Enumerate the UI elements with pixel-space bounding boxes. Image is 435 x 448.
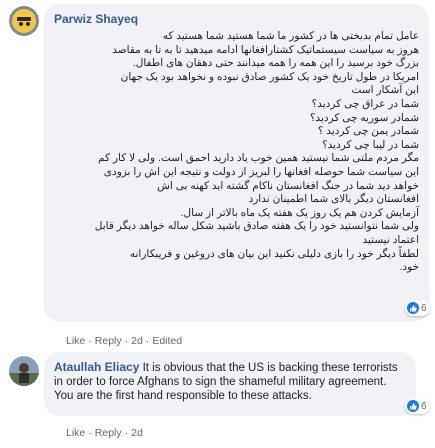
comment-line: هروز به سیاست سیستماتیک کشتارافغانها ادا… xyxy=(112,43,419,56)
comment-line: لطفاً دیگر خود را بازی دلیلی نکنید این ب… xyxy=(129,247,419,260)
comment-line: شما در لیبا چی کردید؟ xyxy=(322,138,419,151)
comment-line: ولی شما نتوانستید خود را یک هفته صادق با… xyxy=(94,220,419,233)
like-button[interactable]: Like xyxy=(66,427,85,439)
comment-line: افغانستان دیگر بالای شما اطمینان ندارد xyxy=(248,193,419,206)
avatar-image-icon xyxy=(9,356,39,386)
separator: · xyxy=(124,427,129,439)
comment-author[interactable]: Parwiz Shayeq xyxy=(54,12,419,27)
comment-line: شما در عراق چی کردید؟ xyxy=(311,97,419,110)
reply-button[interactable]: Reply xyxy=(95,427,122,439)
reaction-count[interactable]: 6 xyxy=(405,398,430,414)
like-button[interactable]: Like xyxy=(66,335,85,347)
like-reaction-icon xyxy=(407,400,419,412)
avatar[interactable] xyxy=(9,6,39,36)
edited-label[interactable]: Edited xyxy=(152,335,182,347)
comment-text: عامل تمام بدبختی ها در کشور ما شما هستید… xyxy=(54,30,419,275)
comment-line: شمادر یمن چی کردید ؟ xyxy=(317,125,419,138)
comment-bubble: Parwiz Shayeq عامل تمام بدبختی ها در کشو… xyxy=(44,4,429,322)
separator: · xyxy=(124,335,129,347)
comment-line: خواهد دید شما در جنگ افغانستان ناکام گشت… xyxy=(157,179,419,192)
comment-line: بزرگ خود برسید را این همه را همه میدانند… xyxy=(132,57,419,70)
comment-line: اعتماد نیستید xyxy=(362,233,419,246)
comment-bubble: Ataullah Eliacy It is obvious that the U… xyxy=(44,352,416,416)
comment-actions: Like · Reply · 2d · Edited xyxy=(66,335,182,347)
comment-line: این سیاست شما حوصله افغانها را لبریز از … xyxy=(103,165,419,178)
separator: · xyxy=(88,427,92,439)
comment-actions: Like · Reply · 2d xyxy=(66,427,143,439)
comment-line: این آشکار است xyxy=(351,84,419,97)
timestamp[interactable]: 2d xyxy=(131,335,143,347)
reaction-count-value: 6 xyxy=(421,400,427,412)
comment-line: عامل تمام بدبختی ها در کشور ما شما هستید… xyxy=(162,30,419,42)
comment-line: مگر مردم ملتی شما نیستید همین خوب یاد دا… xyxy=(98,152,419,165)
comment-line: امریکا در طول تاریخ خود یک کشور صادق نبو… xyxy=(120,70,419,83)
comment-author[interactable]: Ataullah Eliacy xyxy=(54,360,139,374)
separator: · xyxy=(88,335,92,347)
timestamp[interactable]: 2d xyxy=(131,427,143,439)
like-reaction-icon xyxy=(407,302,419,314)
comment-line: آزمایش کردن هم یک روز یک هفته یک ماه بال… xyxy=(180,206,419,219)
comment-line: شمادر سوریه چی کردید؟ xyxy=(309,111,419,124)
separator: · xyxy=(145,335,150,347)
reaction-count[interactable]: 6 xyxy=(405,300,430,316)
avatar[interactable] xyxy=(9,356,39,386)
avatar-image-icon xyxy=(9,6,39,36)
reaction-count-value: 6 xyxy=(421,302,427,314)
reply-button[interactable]: Reply xyxy=(95,335,122,347)
comment-line: خود. xyxy=(399,261,419,274)
